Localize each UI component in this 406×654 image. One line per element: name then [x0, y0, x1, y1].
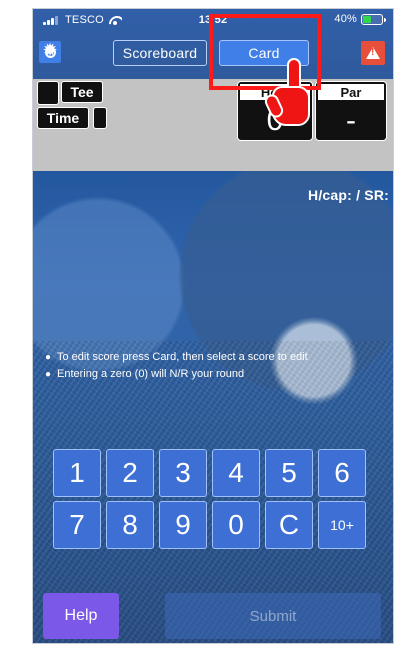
blank-time-box [93, 107, 107, 129]
par-value: - [346, 104, 356, 137]
battery-percentage: 40% [334, 13, 357, 25]
warning-icon [366, 47, 380, 59]
instruction-text: Entering a zero (0) will N/R your round [57, 368, 245, 380]
handicap-sr-label: H/cap: / SR: [308, 187, 389, 203]
screenshot-frame: TESCO 13 52 40% Scoreboard Card [0, 0, 406, 654]
keypad-key-6[interactable]: 6 [318, 449, 366, 497]
blank-info-box [37, 81, 59, 105]
keypad-key-ten-plus[interactable]: 10+ [318, 501, 366, 549]
keypad-key-7[interactable]: 7 [53, 501, 101, 549]
help-button[interactable]: Help [43, 593, 119, 639]
tee-label-box: Tee [61, 81, 103, 103]
settings-button[interactable] [39, 41, 61, 63]
bullet-icon: ● [45, 352, 52, 363]
keypad-key-9[interactable]: 9 [159, 501, 207, 549]
golf-background [33, 171, 393, 643]
warning-button[interactable] [361, 41, 385, 65]
status-bar: TESCO 13 52 40% [33, 9, 393, 31]
battery-icon [361, 13, 386, 25]
instructions-list: ● To edit score press Card, then select … [45, 349, 375, 383]
score-info-panel: Tee Time Hole 0 Par - [33, 79, 393, 171]
bullet-icon: ● [45, 369, 52, 380]
keypad-key-5[interactable]: 5 [265, 449, 313, 497]
keypad-key-2[interactable]: 2 [106, 449, 154, 497]
par-header: Par [318, 84, 384, 100]
scoreboard-button[interactable]: Scoreboard [113, 40, 207, 66]
instruction-item: ● To edit score press Card, then select … [45, 349, 375, 366]
submit-button[interactable]: Submit [165, 593, 381, 639]
time-label-box: Time [37, 107, 89, 129]
status-right: 40% [334, 13, 386, 25]
keypad-key-3[interactable]: 3 [159, 449, 207, 497]
toolbar: Scoreboard Card [33, 33, 393, 73]
top-header: TESCO 13 52 40% Scoreboard Card [33, 9, 393, 79]
phone-screen: TESCO 13 52 40% Scoreboard Card [32, 8, 394, 644]
gear-icon [43, 42, 58, 60]
instruction-item: ● Entering a zero (0) will N/R your roun… [45, 366, 375, 383]
score-keypad: 1 2 3 4 5 6 7 8 9 0 C 10+ [53, 449, 373, 549]
keypad-key-8[interactable]: 8 [106, 501, 154, 549]
hand-pointer-icon [262, 58, 315, 134]
keypad-key-clear[interactable]: C [265, 501, 313, 549]
keypad-key-0[interactable]: 0 [212, 501, 260, 549]
instruction-text: To edit score press Card, then select a … [57, 351, 308, 363]
keypad-key-4[interactable]: 4 [212, 449, 260, 497]
keypad-key-1[interactable]: 1 [53, 449, 101, 497]
par-card: Par - [315, 81, 387, 141]
